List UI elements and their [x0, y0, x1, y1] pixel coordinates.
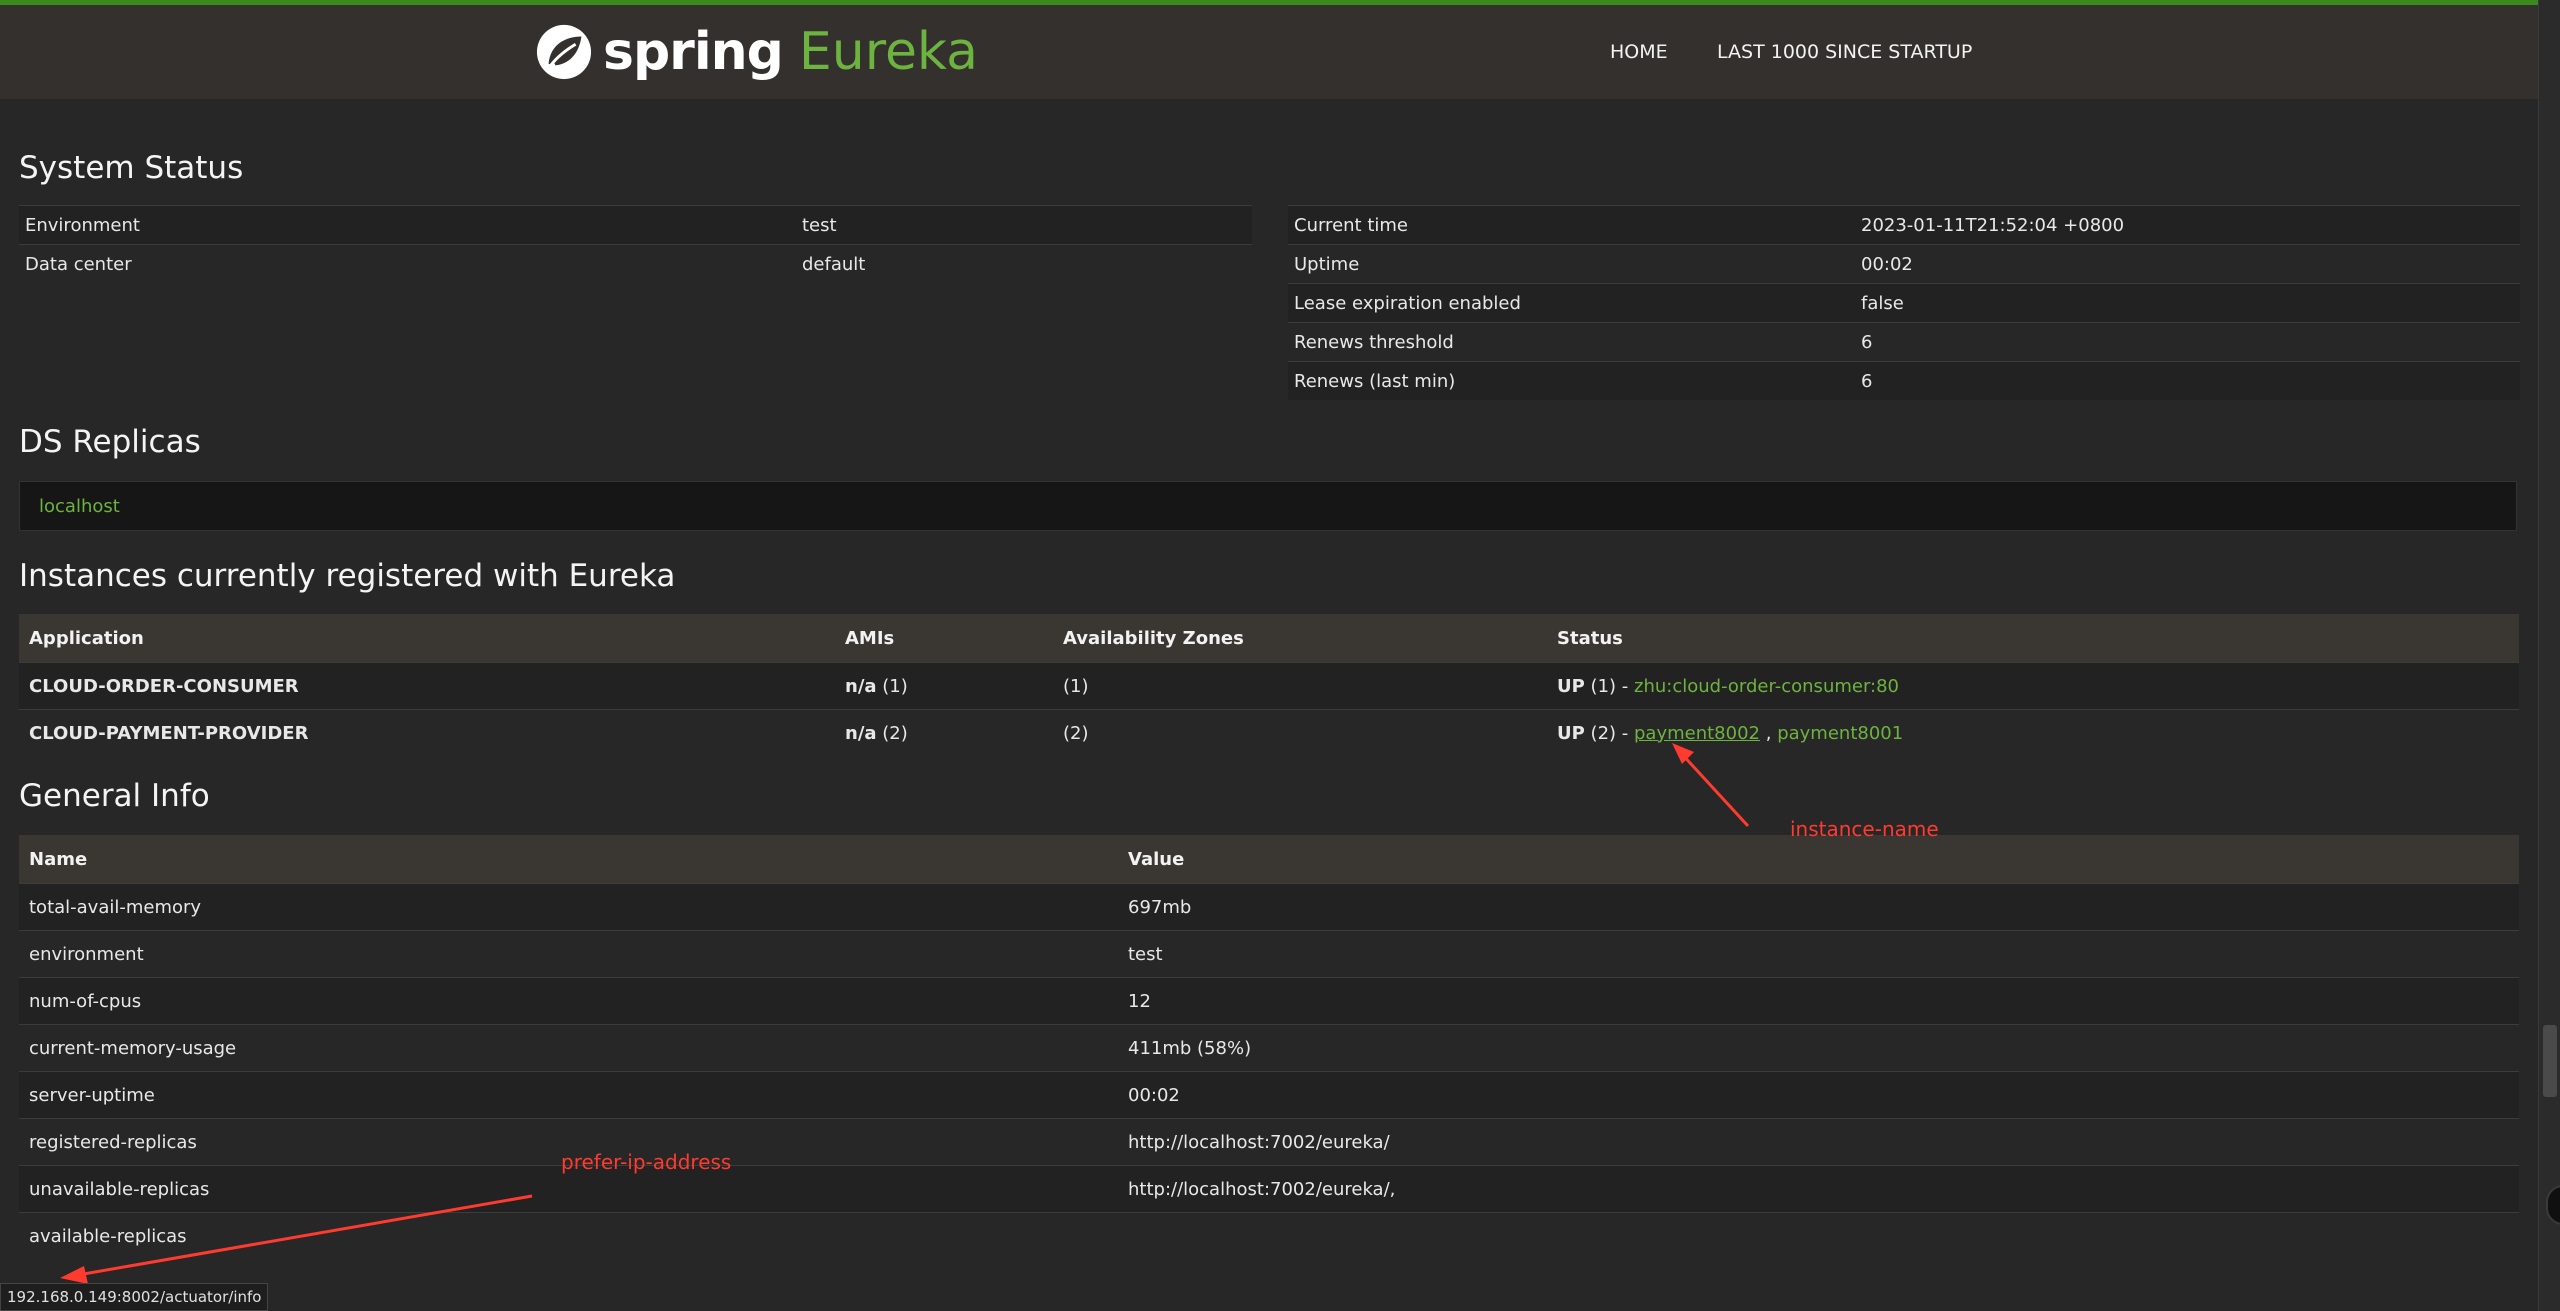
- vertical-scrollbar[interactable]: [2538, 0, 2560, 1311]
- instance-name-arrow: [1672, 743, 1750, 828]
- browser-status-url: 192.168.0.149:8002/actuator/info: [0, 1283, 269, 1311]
- annotation-arrows: [60, 743, 1750, 1284]
- scroll-thumb[interactable]: [2543, 1025, 2557, 1097]
- prefer-ip-arrow: [60, 1194, 533, 1284]
- annotation-prefer-ip: prefer-ip-address: [561, 1150, 732, 1174]
- annotation-instance-name: instance-name: [1790, 817, 1939, 841]
